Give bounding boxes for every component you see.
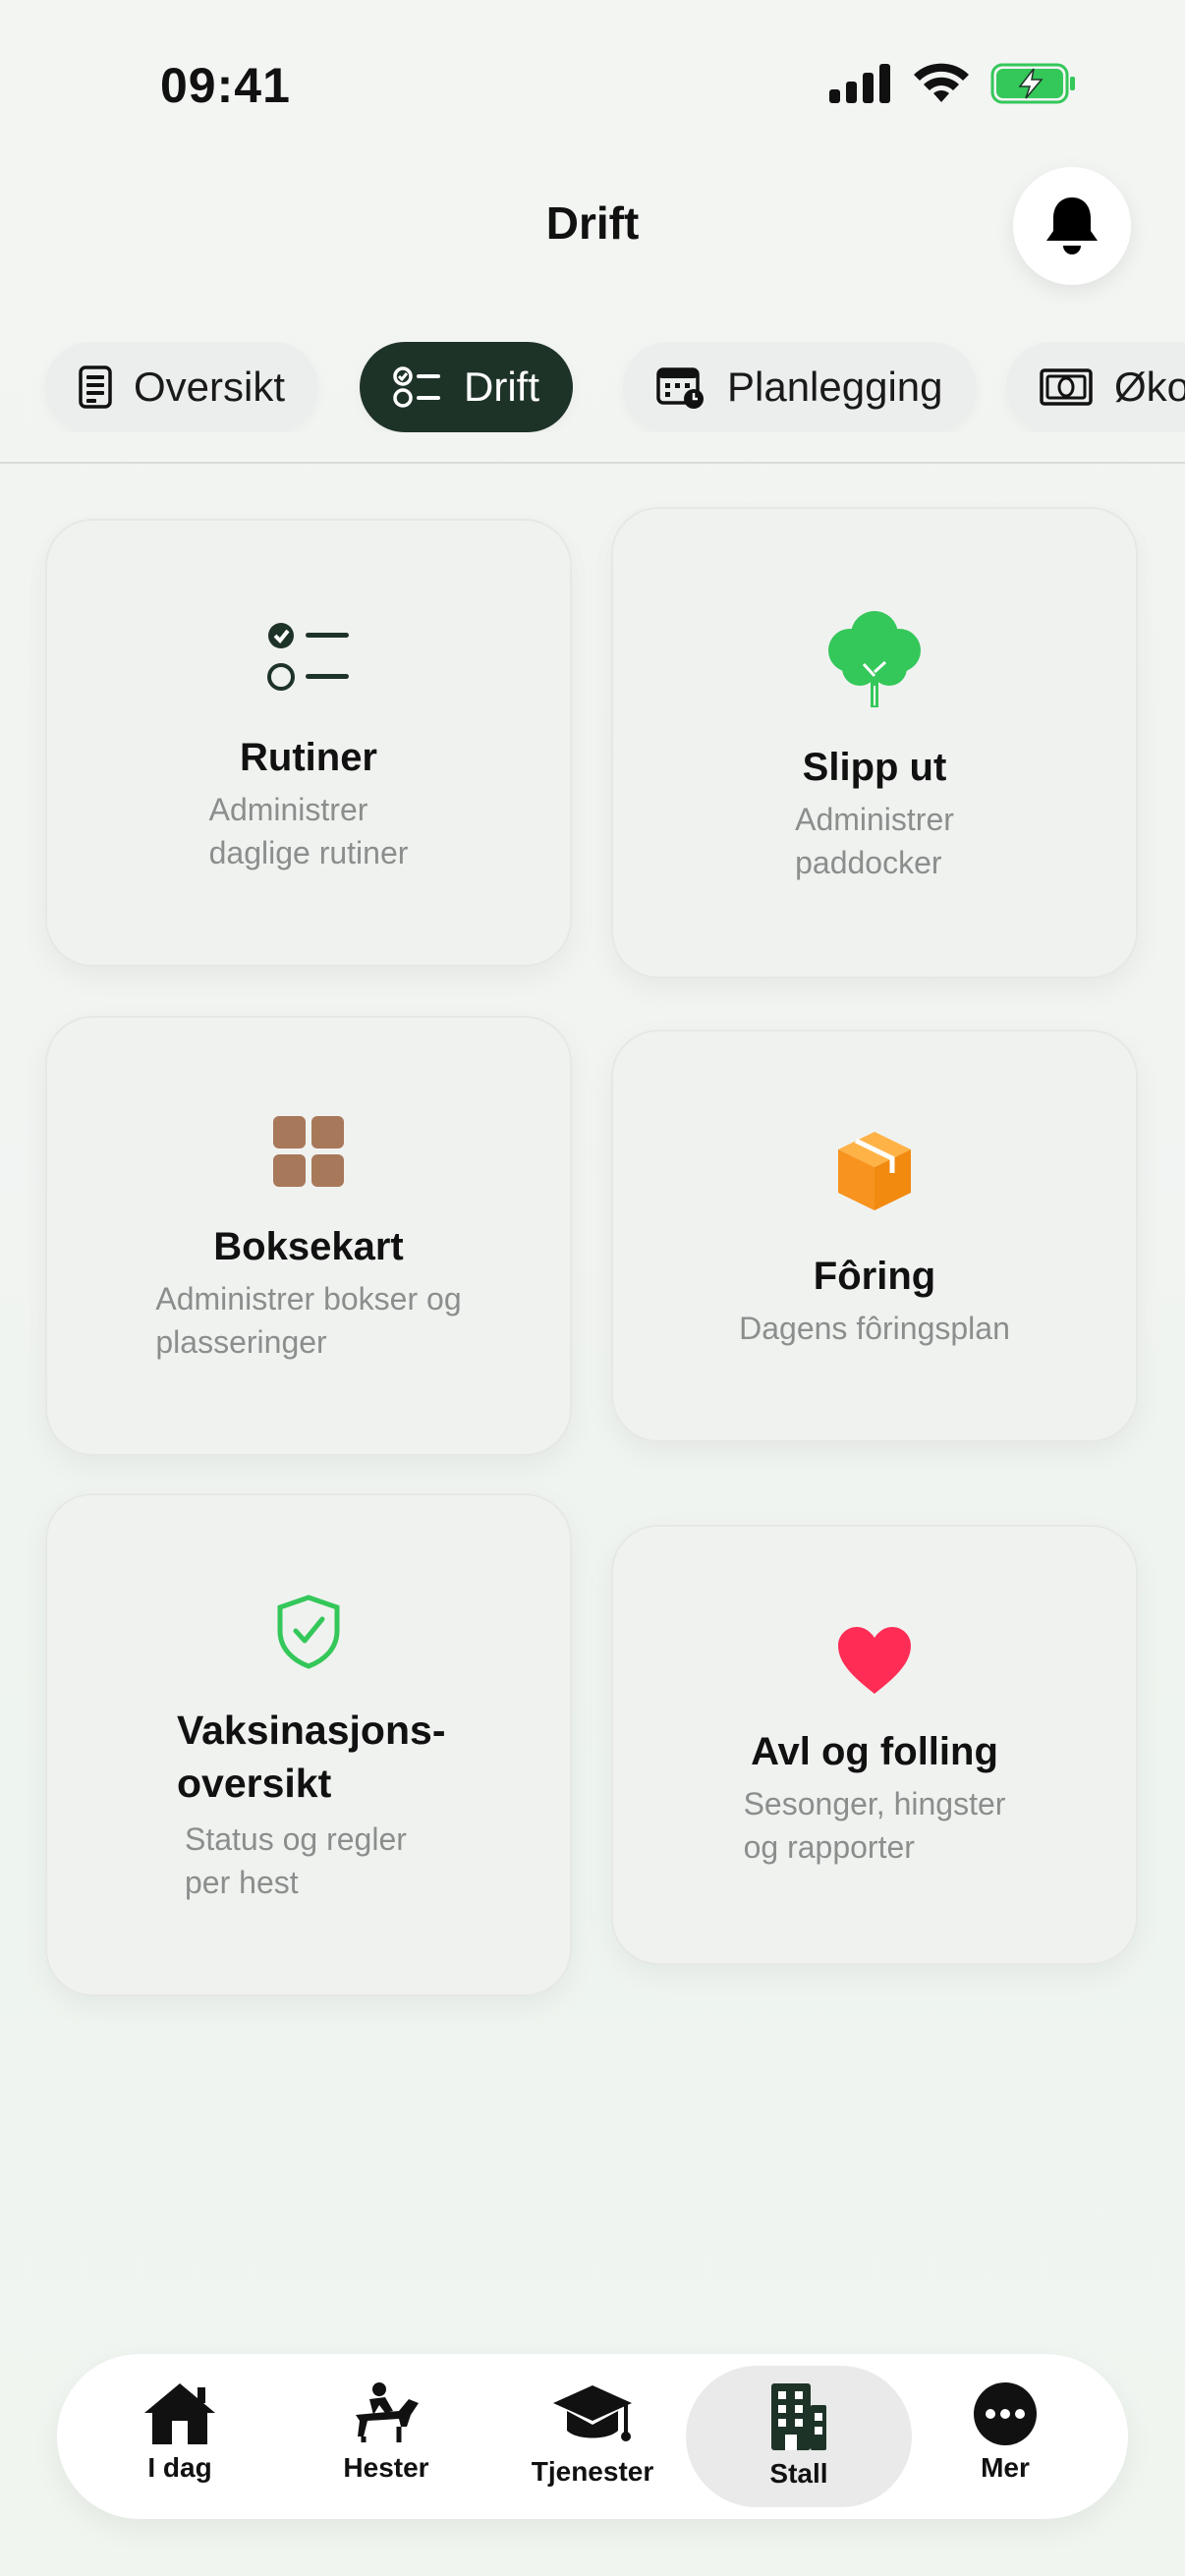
card-subtitle-line: paddocker [795,845,942,880]
shield-check-icon [277,1595,340,1669]
box-icon [838,1132,911,1210]
tab-drift[interactable]: Drift [360,342,573,432]
building-icon [771,2383,826,2450]
card-foring[interactable]: Fôring Dagens fôringsplan [611,1030,1138,1442]
card-title: Boksekart [213,1225,404,1268]
card-slipp-ut[interactable]: Slipp ut Administrer paddocker [611,507,1138,979]
status-time: 09:41 [160,58,291,113]
segment-tabs: Oversikt Drift Planlegging Øko [0,342,1185,432]
card-vaksinasjonsoversikt[interactable]: Vaksinasjons- oversikt Status og regler … [45,1493,572,1996]
nav-label: I dag [147,2452,212,2483]
card-subtitle: Administrer bokser og plasseringer [47,1277,570,1364]
card-boksekart[interactable]: Boksekart Administrer bokser og plasseri… [45,1016,572,1456]
wifi-icon [914,63,969,102]
checklist-icon [393,366,440,408]
card-subtitle-line: Sesonger, hingster [743,1786,1006,1821]
nav-label: Tjenester [531,2456,654,2487]
battery-charging-icon [990,63,1075,104]
more-icon [974,2382,1037,2445]
card-title: Fôring [813,1255,936,1298]
card-title: Slipp ut [802,746,947,789]
card-avl-og-folling[interactable]: Avl og folling Sesonger, hingster og rap… [611,1525,1138,1965]
card-title-line: Vaksinasjons- [177,1708,446,1753]
tab-label: Oversikt [134,364,286,410]
divider [0,462,1185,464]
nav-item-tjenester[interactable]: Tjenester [494,2366,691,2507]
card-subtitle-line: Administrer [795,802,954,837]
nav-item-mer[interactable]: Mer [907,2366,1103,2507]
bell-icon [1046,197,1098,254]
card-subtitle: Status og regler per hest [47,1818,570,1904]
card-subtitle-line: og rapporter [743,1829,915,1865]
card-subtitle-line: Administrer [208,792,368,827]
calendar-icon [656,367,704,409]
nav-label: Mer [981,2452,1030,2483]
nav-label: Hester [343,2452,429,2483]
checklist-icon [267,623,349,691]
tree-icon [828,611,921,707]
card-subtitle-line: per hest [185,1865,299,1900]
tab-okonomi[interactable]: Øko [1006,342,1185,432]
status-bar: 09:41 [0,0,1185,167]
tab-label: Planlegging [727,364,943,410]
card-subtitle-line: daglige rutiner [208,835,409,870]
heart-icon [838,1627,911,1694]
page-title: Drift [545,197,640,249]
card-subtitle: Administrer daglige rutiner [47,788,570,874]
card-title: Rutiner [240,736,377,779]
graduation-cap-icon [553,2385,632,2441]
status-icons [829,63,1077,104]
home-icon [144,2383,215,2444]
tab-oversikt[interactable]: Oversikt [45,342,319,432]
document-icon [79,365,112,409]
tab-label: Drift [464,364,539,410]
card-title-line: oversikt [177,1761,332,1806]
money-icon [1040,368,1093,406]
card-subtitle: Sesonger, hingster og rapporter [613,1782,1136,1869]
notifications-button[interactable] [1013,167,1131,285]
card-title: Vaksinasjons- oversikt [47,1704,570,1810]
grid-icon [273,1116,344,1187]
tab-bar: I dag Hester Tjenester Stall Mer [57,2354,1128,2519]
nav-item-stall[interactable]: Stall [686,2366,912,2507]
nav-item-hester[interactable]: Hester [288,2366,484,2507]
card-subtitle: Administrer paddocker [613,798,1136,884]
tab-label: Øko [1114,364,1185,410]
card-rutiner[interactable]: Rutiner Administrer daglige rutiner [45,519,572,967]
nav-item-i-dag[interactable]: I dag [82,2366,278,2507]
nav-label: Stall [769,2458,828,2489]
signal-icon [829,64,890,103]
card-subtitle-line: Administrer bokser og [155,1281,462,1316]
tab-planlegging[interactable]: Planlegging [623,342,977,432]
horse-rider-icon [356,2382,419,2442]
card-title: Avl og folling [751,1730,998,1773]
card-subtitle-line: Status og regler [185,1821,407,1857]
card-subtitle-line: plasseringer [155,1324,327,1360]
card-subtitle: Dagens fôringsplan [739,1311,1010,1346]
